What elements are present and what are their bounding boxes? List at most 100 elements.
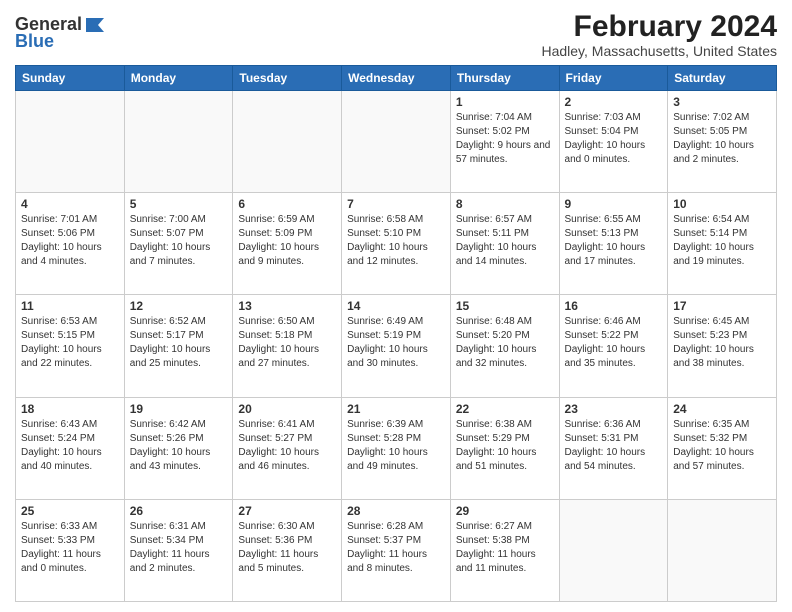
calendar-day-cell: 26Sunrise: 6:31 AMSunset: 5:34 PMDayligh…	[124, 499, 233, 601]
calendar-day-cell: 21 Sunrise: 6:39 AMSunset: 5:28 PMDayligh…	[342, 397, 451, 499]
day-number: 17	[673, 299, 771, 313]
day-detail: Sunrise: 6:55 AMSunset: 5:13 PMDaylight:…	[565, 213, 663, 269]
calendar-day-cell: 27Sunrise: 6:30 AMSunset: 5:36 PMDayligh…	[233, 499, 342, 601]
calendar-day-cell: 24 Sunrise: 6:35 AMSunset: 5:32 PMDayligh…	[668, 397, 777, 499]
calendar-day-cell	[124, 91, 233, 193]
day-number: 23	[565, 402, 663, 416]
calendar-header-cell: Saturday	[668, 66, 777, 91]
day-detail: Sunrise: 6:52 AMSunset: 5:17 PMDaylight:…	[130, 315, 228, 371]
calendar-day-cell: 13Sunrise: 6:50 AMSunset: 5:18 PMDayligh…	[233, 295, 342, 397]
day-detail: Sunrise: 6:28 AMSunset: 5:37 PMDaylight:…	[347, 520, 445, 576]
calendar-day-cell	[342, 91, 451, 193]
calendar-day-cell: 5Sunrise: 7:00 AMSunset: 5:07 PMDaylight…	[124, 193, 233, 295]
calendar-day-cell: 18 Sunrise: 6:43 AMSunset: 5:24 PMDayligh…	[16, 397, 125, 499]
day-detail: Sunrise: 6:38 AMSunset: 5:29 PMDaylight:…	[456, 418, 554, 474]
calendar-day-cell: 14 Sunrise: 6:49 AMSunset: 5:19 PMDayligh…	[342, 295, 451, 397]
day-number: 1	[456, 95, 554, 109]
day-number: 26	[130, 504, 228, 518]
day-detail: Sunrise: 6:49 AMSunset: 5:19 PMDaylight:…	[347, 315, 445, 371]
day-number: 16	[565, 299, 663, 313]
day-detail: Sunrise: 7:01 AMSunset: 5:06 PMDaylight:…	[21, 213, 119, 269]
day-detail: Sunrise: 6:42 AMSunset: 5:26 PMDaylight:…	[130, 418, 228, 474]
day-detail: Sunrise: 7:02 AMSunset: 5:05 PMDaylight:…	[673, 111, 771, 167]
day-detail: Sunrise: 6:43 AMSunset: 5:24 PMDaylight:…	[21, 418, 119, 474]
day-number: 27	[238, 504, 336, 518]
calendar-day-cell: 23Sunrise: 6:36 AMSunset: 5:31 PMDayligh…	[559, 397, 668, 499]
calendar-day-cell: 22 Sunrise: 6:38 AMSunset: 5:29 PMDayligh…	[450, 397, 559, 499]
day-detail: Sunrise: 6:53 AMSunset: 5:15 PMDaylight:…	[21, 315, 119, 371]
calendar-day-cell: 28 Sunrise: 6:28 AMSunset: 5:37 PMDayligh…	[342, 499, 451, 601]
calendar-day-cell	[668, 499, 777, 601]
calendar-day-cell: 29 Sunrise: 6:27 AMSunset: 5:38 PMDayligh…	[450, 499, 559, 601]
day-detail: Sunrise: 6:41 AMSunset: 5:27 PMDaylight:…	[238, 418, 336, 474]
calendar-header-cell: Wednesday	[342, 66, 451, 91]
calendar-day-cell	[559, 499, 668, 601]
calendar-day-cell	[233, 91, 342, 193]
calendar-day-cell: 15 Sunrise: 6:48 AMSunset: 5:20 PMDayligh…	[450, 295, 559, 397]
calendar-day-cell: 9 Sunrise: 6:55 AMSunset: 5:13 PMDaylight…	[559, 193, 668, 295]
day-number: 18	[21, 402, 119, 416]
day-number: 6	[238, 197, 336, 211]
day-number: 3	[673, 95, 771, 109]
day-number: 14	[347, 299, 445, 313]
header: General Blue February 2024 Hadley, Massa…	[15, 10, 777, 59]
calendar-week-row: 1Sunrise: 7:04 AMSunset: 5:02 PMDaylight…	[16, 91, 777, 193]
calendar-week-row: 4 Sunrise: 7:01 AMSunset: 5:06 PMDaylight…	[16, 193, 777, 295]
day-detail: Sunrise: 6:59 AMSunset: 5:09 PMDaylight:…	[238, 213, 336, 269]
calendar-week-row: 18 Sunrise: 6:43 AMSunset: 5:24 PMDayligh…	[16, 397, 777, 499]
calendar-day-cell	[16, 91, 125, 193]
calendar-day-cell: 19 Sunrise: 6:42 AMSunset: 5:26 PMDayligh…	[124, 397, 233, 499]
day-detail: Sunrise: 6:57 AMSunset: 5:11 PMDaylight:…	[456, 213, 554, 269]
day-number: 20	[238, 402, 336, 416]
calendar-day-cell: 1Sunrise: 7:04 AMSunset: 5:02 PMDaylight…	[450, 91, 559, 193]
day-detail: Sunrise: 6:48 AMSunset: 5:20 PMDaylight:…	[456, 315, 554, 371]
calendar-week-row: 11Sunrise: 6:53 AMSunset: 5:15 PMDayligh…	[16, 295, 777, 397]
calendar-header-cell: Thursday	[450, 66, 559, 91]
day-number: 28	[347, 504, 445, 518]
day-number: 21	[347, 402, 445, 416]
day-detail: Sunrise: 6:35 AMSunset: 5:32 PMDaylight:…	[673, 418, 771, 474]
page: General Blue February 2024 Hadley, Massa…	[0, 0, 792, 612]
day-number: 12	[130, 299, 228, 313]
calendar-day-cell: 10Sunrise: 6:54 AMSunset: 5:14 PMDayligh…	[668, 193, 777, 295]
calendar-header-cell: Tuesday	[233, 66, 342, 91]
calendar-day-cell: 8 Sunrise: 6:57 AMSunset: 5:11 PMDaylight…	[450, 193, 559, 295]
day-detail: Sunrise: 6:45 AMSunset: 5:23 PMDaylight:…	[673, 315, 771, 371]
day-number: 24	[673, 402, 771, 416]
calendar-day-cell: 16 Sunrise: 6:46 AMSunset: 5:22 PMDayligh…	[559, 295, 668, 397]
day-number: 9	[565, 197, 663, 211]
day-detail: Sunrise: 6:46 AMSunset: 5:22 PMDaylight:…	[565, 315, 663, 371]
calendar-day-cell: 3 Sunrise: 7:02 AMSunset: 5:05 PMDaylight…	[668, 91, 777, 193]
main-title: February 2024	[541, 10, 777, 43]
calendar-day-cell: 25 Sunrise: 6:33 AMSunset: 5:33 PMDayligh…	[16, 499, 125, 601]
day-detail: Sunrise: 6:33 AMSunset: 5:33 PMDaylight:…	[21, 520, 119, 576]
calendar-day-cell: 2 Sunrise: 7:03 AMSunset: 5:04 PMDaylight…	[559, 91, 668, 193]
calendar-day-cell: 17 Sunrise: 6:45 AMSunset: 5:23 PMDayligh…	[668, 295, 777, 397]
day-number: 29	[456, 504, 554, 518]
calendar-day-cell: 11Sunrise: 6:53 AMSunset: 5:15 PMDayligh…	[16, 295, 125, 397]
day-number: 19	[130, 402, 228, 416]
calendar-day-cell: 12 Sunrise: 6:52 AMSunset: 5:17 PMDayligh…	[124, 295, 233, 397]
day-number: 4	[21, 197, 119, 211]
day-number: 15	[456, 299, 554, 313]
calendar-day-cell: 6 Sunrise: 6:59 AMSunset: 5:09 PMDaylight…	[233, 193, 342, 295]
calendar-header-cell: Friday	[559, 66, 668, 91]
day-number: 2	[565, 95, 663, 109]
calendar-day-cell: 20 Sunrise: 6:41 AMSunset: 5:27 PMDayligh…	[233, 397, 342, 499]
day-number: 25	[21, 504, 119, 518]
subtitle: Hadley, Massachusetts, United States	[541, 43, 777, 59]
calendar-table: SundayMondayTuesdayWednesdayThursdayFrid…	[15, 65, 777, 602]
day-detail: Sunrise: 6:27 AMSunset: 5:38 PMDaylight:…	[456, 520, 554, 576]
day-number: 8	[456, 197, 554, 211]
day-detail: Sunrise: 6:58 AMSunset: 5:10 PMDaylight:…	[347, 213, 445, 269]
day-detail: Sunrise: 6:39 AMSunset: 5:28 PMDaylight:…	[347, 418, 445, 474]
day-detail: Sunrise: 7:00 AMSunset: 5:07 PMDaylight:…	[130, 213, 228, 269]
logo: General Blue	[15, 14, 106, 52]
calendar-header-cell: Sunday	[16, 66, 125, 91]
calendar-body: 1Sunrise: 7:04 AMSunset: 5:02 PMDaylight…	[16, 91, 777, 602]
calendar-day-cell: 4 Sunrise: 7:01 AMSunset: 5:06 PMDaylight…	[16, 193, 125, 295]
day-number: 10	[673, 197, 771, 211]
day-detail: Sunrise: 7:03 AMSunset: 5:04 PMDaylight:…	[565, 111, 663, 167]
day-number: 22	[456, 402, 554, 416]
day-number: 13	[238, 299, 336, 313]
